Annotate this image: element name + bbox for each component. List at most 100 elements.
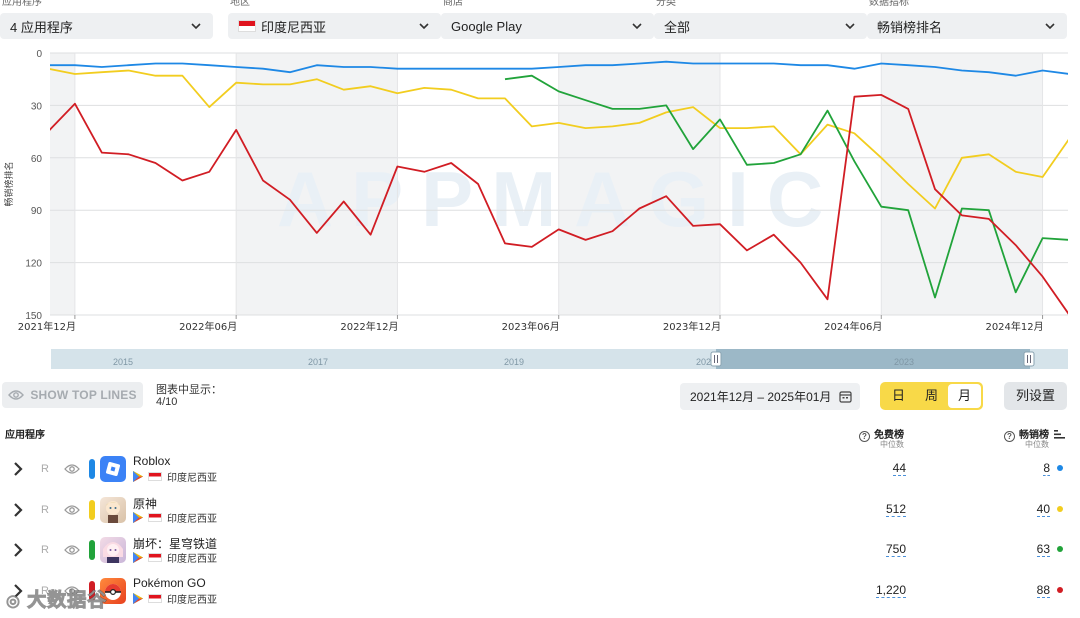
indonesia-flag-icon (148, 472, 162, 481)
table-row[interactable]: R Roblox 印度尼西亚 44 8 (0, 451, 1080, 491)
app-meta: 印度尼西亚 (133, 510, 217, 525)
genshin-app-icon (100, 497, 126, 523)
eye-icon[interactable] (64, 504, 80, 516)
app-name[interactable]: Roblox (133, 454, 170, 468)
column-header-app: 应用程序 (5, 430, 45, 441)
filter-store-select[interactable]: Google Play (441, 13, 654, 39)
app-meta: 印度尼西亚 (133, 591, 217, 606)
app-rankings-page: 应用程序 4 应用程序 地区 印度尼西亚 商店 Google Play 分类 全… (0, 0, 1080, 618)
chevron-right-icon[interactable] (11, 460, 25, 478)
grossing-rank-median[interactable]: 88 (1036, 583, 1050, 598)
chart-shown-label: 图表中显示： (156, 384, 222, 396)
chart-shown-value: 4/10 (156, 396, 178, 408)
google-play-icon (133, 593, 143, 604)
filter-store[interactable]: 商店 Google Play (441, 0, 654, 40)
table-row[interactable]: R 崩坏：星穹铁道 印度尼西亚 750 63 (0, 532, 1080, 572)
free-rank-median[interactable]: 1,220 (875, 583, 906, 598)
app-meta: 印度尼西亚 (133, 469, 217, 484)
navigator-handle[interactable] (1023, 351, 1035, 367)
chevron-down-icon (845, 23, 855, 30)
app-region: 印度尼西亚 (167, 514, 217, 525)
x-tick-label: 2022年12月 (340, 320, 398, 333)
navigator-selection (716, 349, 1030, 369)
series-color-pill (89, 459, 95, 479)
grossing-rank-median[interactable]: 40 (1036, 502, 1050, 517)
column-settings-button[interactable]: 列设置 (1004, 382, 1067, 410)
chevron-down-icon (632, 23, 642, 30)
period-month[interactable]: 月 (948, 384, 981, 408)
filter-metric-select[interactable]: 畅销榜排名 (867, 13, 1067, 39)
filter-category-select[interactable]: 全部 (654, 13, 867, 39)
filter-metric[interactable]: 数据指标 畅销榜排名 (867, 0, 1067, 40)
table-row[interactable]: R 原神 印度尼西亚 512 40 (0, 492, 1080, 532)
y-tick-label: 90 (31, 206, 43, 217)
y-tick-label: 60 (31, 154, 43, 165)
help-icon[interactable]: ? (859, 431, 870, 442)
chevron-right-icon[interactable] (11, 541, 25, 559)
filter-apps[interactable]: 应用程序 4 应用程序 (0, 0, 213, 40)
y-tick-label: 0 (36, 49, 42, 60)
app-region: 印度尼西亚 (167, 473, 217, 484)
date-range-picker[interactable]: 2021年12月 – 2025年01月 (680, 383, 860, 410)
filter-apps-select[interactable]: 4 应用程序 (0, 13, 213, 39)
filter-value: 全部 (664, 19, 691, 35)
column-header-free-sub: 中位数 (880, 440, 904, 449)
eye-icon[interactable] (64, 544, 80, 556)
show-top-lines-label: SHOW TOP LINES (30, 388, 137, 402)
calendar-icon (839, 391, 853, 403)
y-tick-label: 150 (25, 311, 42, 322)
filter-region[interactable]: 地区 印度尼西亚 (228, 0, 441, 40)
navigator-year-label: 2019 (504, 357, 524, 367)
google-play-icon (133, 471, 143, 482)
app-meta: 印度尼西亚 (133, 550, 217, 565)
show-top-lines-button[interactable]: SHOW TOP LINES (2, 382, 143, 408)
grossing-rank-median[interactable]: 8 (1043, 461, 1050, 476)
y-tick-label: 120 (25, 259, 42, 270)
indonesia-flag-icon (148, 513, 162, 522)
filter-label: 地区 (230, 0, 250, 8)
x-tick-label: 2023年06月 (502, 320, 560, 333)
rank-line-chart: APPMAGIC0306090120150畅销榜排名2021年12月 2022年0… (3, 49, 1068, 369)
eye-icon (8, 390, 25, 400)
y-tick-label: 30 (31, 101, 43, 112)
navigator-year-label: 2017 (308, 357, 328, 367)
indonesia-flag-icon (238, 20, 256, 32)
x-tick-label: 2023年12月 (663, 320, 721, 333)
app-name[interactable]: Pokémon GO (133, 576, 206, 590)
period-week[interactable]: 周 (915, 384, 948, 408)
app-region: 印度尼西亚 (167, 595, 217, 606)
filter-label: 分类 (656, 0, 676, 8)
filter-category[interactable]: 分类 全部 (654, 0, 867, 40)
indonesia-flag-icon (148, 594, 162, 603)
filter-value: 畅销榜排名 (877, 19, 943, 35)
x-tick-label: 2024年12月 (985, 320, 1043, 333)
chart-band (881, 53, 1043, 315)
navigator-year-label: 2023 (894, 357, 914, 367)
indonesia-flag-icon (148, 553, 162, 562)
series-color-dot (1057, 546, 1063, 552)
x-tick-label: 2024年06月 (824, 320, 882, 333)
filter-value: 4 应用程序 (10, 19, 73, 35)
eye-icon[interactable] (64, 463, 80, 475)
roblox-app-icon (100, 456, 126, 482)
navigator-handle[interactable] (710, 351, 722, 367)
watermark-logo-icon: ◎ (6, 593, 21, 611)
app-region: 印度尼西亚 (167, 554, 217, 565)
free-rank-median[interactable]: 750 (885, 542, 906, 557)
series-color-dot (1057, 506, 1063, 512)
grossing-rank-median[interactable]: 63 (1036, 542, 1050, 557)
free-rank-median[interactable]: 512 (885, 502, 906, 517)
sort-icon[interactable] (1053, 430, 1065, 439)
period-day[interactable]: 日 (882, 384, 915, 408)
help-icon[interactable]: ? (1004, 431, 1015, 442)
filter-region-select[interactable]: 印度尼西亚 (228, 13, 441, 39)
x-tick-label: 2022年06月 (179, 320, 237, 333)
r-label: R (41, 463, 49, 475)
date-range-value: 2021年12月 – 2025年01月 (690, 390, 832, 404)
corner-watermark-text: 大数据谷 (27, 590, 108, 612)
free-rank-median[interactable]: 44 (892, 461, 906, 476)
google-play-icon (133, 552, 143, 563)
chevron-right-icon[interactable] (11, 501, 25, 519)
star-rail-app-icon (100, 537, 126, 563)
table-row[interactable]: R Pokémon GO 印度尼西亚 1,220 88 (0, 573, 1080, 613)
